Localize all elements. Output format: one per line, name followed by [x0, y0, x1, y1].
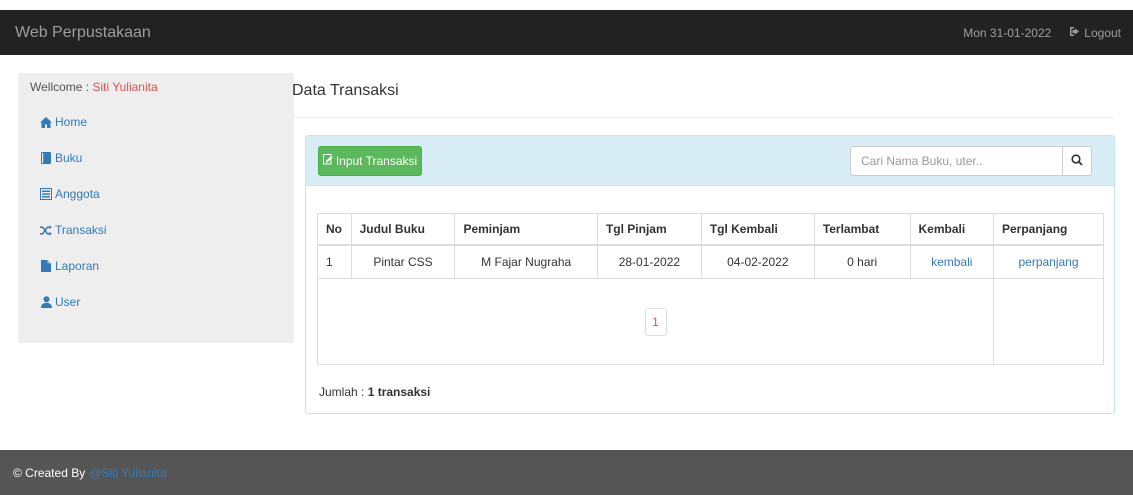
input-transaksi-label: Input Transaksi [335, 154, 418, 168]
col-judul-buku: Judul Buku [350, 213, 456, 246]
user-icon [40, 296, 52, 308]
current-date: Mon 31-01-2022 [963, 25, 1052, 40]
navbar-right: Mon 31-01-2022 Logout [963, 26, 1121, 40]
cell-judul-buku: Pintar CSS [350, 244, 456, 279]
list-icon [40, 188, 52, 200]
panel-heading: Input Transaksi [306, 136, 1114, 186]
sidebar-item-buku[interactable]: Buku [30, 140, 282, 176]
edit-icon [322, 154, 333, 168]
logout-label: Logout [1084, 25, 1121, 40]
sidebar-item-laporan[interactable]: Laporan [30, 248, 282, 284]
cell-tgl-kembali: 04-02-2022 [700, 244, 815, 279]
footer-author-link[interactable]: @Siti Yulianita [89, 466, 166, 480]
sidebar-item-label: Anggota [55, 187, 100, 201]
file-icon [40, 260, 52, 272]
shuffle-icon [40, 224, 52, 236]
empty-cell [993, 278, 1104, 365]
cell-tgl-pinjam: 28-01-2022 [596, 244, 702, 279]
sidebar-item-transaksi[interactable]: Transaksi [30, 212, 282, 248]
search-icon [1071, 153, 1083, 169]
logout-icon [1069, 26, 1081, 40]
col-tgl-pinjam: Tgl Pinjam [596, 213, 702, 246]
footer-prefix: © Created By [13, 465, 86, 480]
table-row: 1 Pintar CSS M Fajar Nugraha 28-01-2022 … [317, 244, 1104, 279]
sidebar-item-home[interactable]: Home [30, 104, 282, 140]
pagination-page-1[interactable]: 1 [644, 307, 667, 336]
search-group [850, 146, 1092, 176]
sidebar-item-label: Transaksi [55, 223, 107, 237]
input-transaksi-button[interactable]: Input Transaksi [318, 146, 422, 176]
transaksi-panel: Input Transaksi No Judul Buku Peminjam T… [305, 135, 1115, 414]
perpanjang-link[interactable]: perpanjang [1018, 255, 1078, 269]
sidebar-item-label: Home [55, 115, 88, 129]
cell-peminjam: M Fajar Nugraha [454, 244, 598, 279]
search-button[interactable] [1063, 146, 1092, 176]
navbar: Web Perpustakaan Mon 31-01-2022 Logout [0, 10, 1133, 55]
jumlah-value: 1 transaksi [367, 385, 431, 399]
page-title: Data Transaksi [290, 82, 1114, 118]
sidebar: Wellcome : Siti Yulianita Home Buku Angg… [18, 73, 294, 343]
table-header-row: No Judul Buku Peminjam Tgl Pinjam Tgl Ke… [317, 213, 1104, 246]
sidebar-item-label: Laporan [55, 259, 100, 273]
logout-link[interactable]: Logout [1069, 26, 1121, 40]
col-perpanjang: Perpanjang [993, 213, 1104, 246]
home-icon [40, 116, 52, 128]
book-icon [40, 152, 52, 164]
search-input[interactable] [850, 146, 1063, 176]
col-peminjam: Peminjam [454, 213, 598, 246]
cell-terlambat: 0 hari [813, 244, 911, 279]
kembali-link[interactable]: kembali [931, 255, 972, 269]
col-terlambat: Terlambat [813, 213, 911, 246]
welcome-user-name: Siti Yulianita [92, 80, 158, 94]
sidebar-item-label: User [55, 295, 81, 309]
col-kembali: Kembali [909, 213, 995, 246]
col-tgl-kembali: Tgl Kembali [700, 213, 815, 246]
welcome-prefix: Wellcome : [30, 80, 93, 94]
sidebar-item-label: Buku [55, 151, 83, 165]
brand-title[interactable]: Web Perpustakaan [15, 24, 151, 42]
jumlah-text: Jumlah : 1 transaksi [319, 385, 430, 399]
sidebar-item-user[interactable]: User [30, 284, 282, 320]
pagination-row: 1 [317, 278, 1104, 365]
footer: © Created By @Siti Yulianita [0, 450, 1133, 495]
cell-no: 1 [317, 244, 352, 279]
sidebar-item-anggota[interactable]: Anggota [30, 176, 282, 212]
transaksi-table: No Judul Buku Peminjam Tgl Pinjam Tgl Ke… [317, 213, 1104, 365]
col-no: No [317, 213, 352, 246]
jumlah-prefix: Jumlah : [319, 385, 368, 399]
welcome-text: Wellcome : Siti Yulianita [30, 80, 282, 104]
